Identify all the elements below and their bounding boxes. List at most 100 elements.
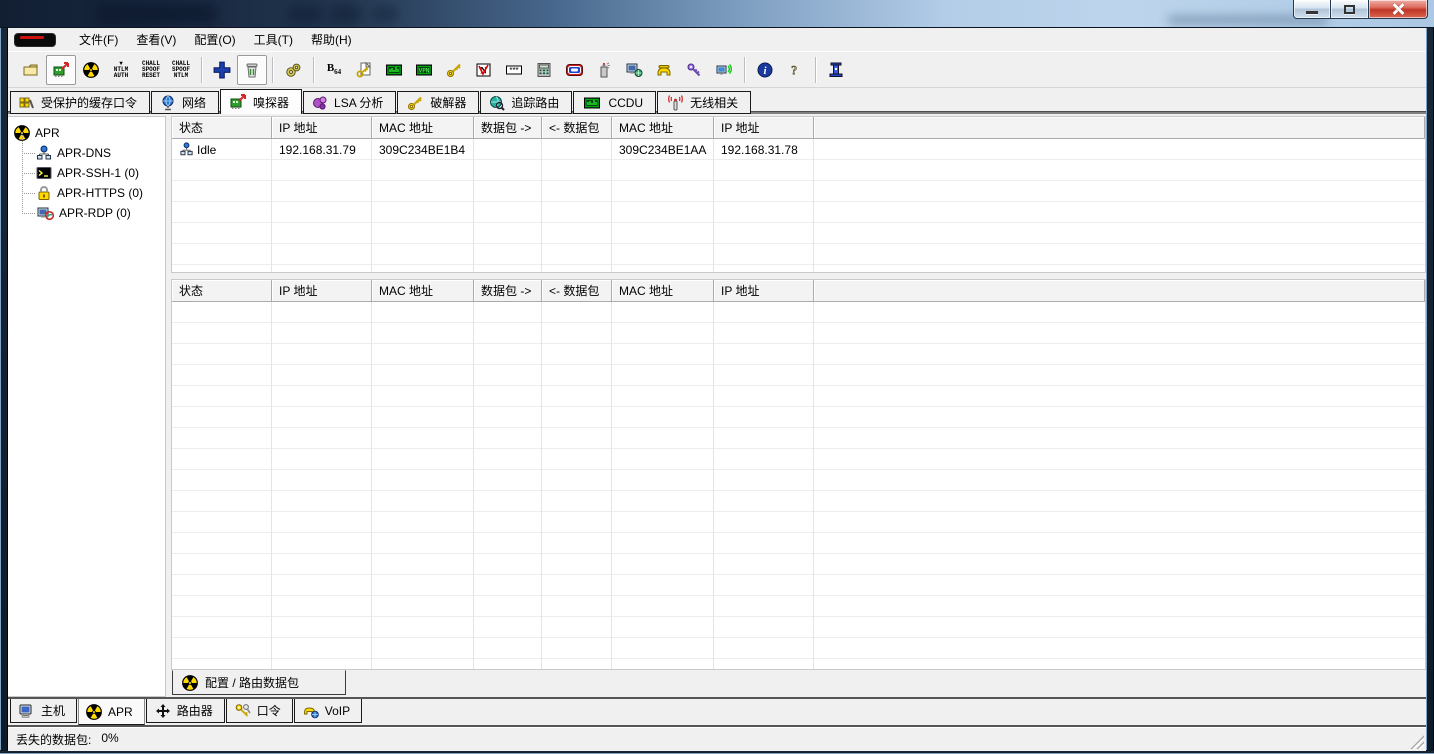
column-header-4[interactable]: <- 数据包: [542, 280, 612, 302]
column-header-6[interactable]: IP 地址: [714, 117, 814, 139]
column-header-3[interactable]: 数据包 ->: [474, 280, 542, 302]
movearrows-icon: [154, 703, 171, 719]
maximize-button[interactable]: [1331, 0, 1368, 19]
vnc-icon: N: [475, 62, 493, 78]
chall-spoof-ntlm-button-label: CHALL SPOOF NTLM: [171, 59, 190, 79]
tree-item-apr-ssh-label: APR-SSH-1 (0): [57, 166, 140, 180]
syskey-button[interactable]: [589, 55, 619, 85]
radiation-icon: [182, 674, 198, 691]
column-header-3[interactable]: 数据包 ->: [474, 117, 542, 139]
access-db-decoder-button[interactable]: [349, 55, 379, 85]
open-file-button[interactable]: [16, 55, 46, 85]
network-connections-button[interactable]: [619, 55, 649, 85]
plus-icon: [213, 61, 231, 79]
inner-tab-strip: 配置 / 路由数据包: [171, 670, 1426, 697]
rdp-decoder-button[interactable]: [559, 55, 589, 85]
wireless-key-button[interactable]: [679, 55, 709, 85]
column-header-2[interactable]: MAC 地址: [372, 280, 474, 302]
top-tab-bar: 受保护的缓存口令 网络 嗅探器 LSA 分析 破解器 追踪路由 CCDU 无线相关: [8, 88, 1426, 114]
toolbar-separator: [313, 56, 314, 83]
menu-configure[interactable]: 配置(O): [185, 28, 244, 51]
menu-view[interactable]: 查看(V): [127, 28, 185, 51]
column-header-0[interactable]: 状态: [172, 280, 272, 302]
base64-decoder-button[interactable]: B64: [319, 55, 349, 85]
svg-text:VPN: VPN: [419, 67, 430, 74]
title-bar[interactable]: [0, 0, 1434, 28]
ntlm-auth-button[interactable]: ▼ NTLM AUTH: [106, 55, 136, 85]
tab-configuration-routed-packets[interactable]: 配置 / 路由数据包: [172, 670, 347, 695]
add-to-list-button[interactable]: [207, 55, 237, 85]
tab-routing[interactable]: 路由器: [145, 699, 225, 723]
keyspair-icon: [234, 703, 251, 719]
tab-protected-storage[interactable]: 受保护的缓存口令: [10, 91, 151, 114]
tab-network[interactable]: 网络: [151, 91, 220, 114]
ntlm-auth-button-label: ▼ NTLM AUTH: [113, 59, 129, 79]
tree-item-apr-https[interactable]: APR-HTTPS (0): [22, 173, 165, 203]
tab-traceroute[interactable]: 追踪路由: [480, 91, 573, 114]
toolbar-separator: [744, 56, 745, 83]
configure-button[interactable]: [278, 55, 308, 85]
start-stop-sniffer-button[interactable]: [46, 54, 76, 85]
table-body[interactable]: [172, 302, 1425, 669]
tab-passwords-label: 口令: [256, 704, 281, 718]
column-header-6[interactable]: IP 地址: [714, 280, 814, 302]
hash-calculator-button[interactable]: [529, 55, 559, 85]
column-header-2[interactable]: MAC 地址: [372, 117, 474, 139]
password-reveal-button[interactable]: ***: [499, 55, 529, 85]
chall-spoof-ntlm-button[interactable]: CHALL SPOOF NTLM: [166, 55, 196, 85]
column-header-5[interactable]: MAC 地址: [612, 117, 714, 139]
enterprise-manager-decoder-button[interactable]: [439, 55, 469, 85]
tab-hosts[interactable]: 主机: [10, 699, 78, 723]
tab-cracker[interactable]: 破解器: [397, 91, 480, 114]
column-header-0[interactable]: 状态: [172, 117, 272, 139]
tab-voip[interactable]: VoIP: [293, 699, 363, 723]
tab-apr[interactable]: APR: [78, 699, 145, 725]
table-row[interactable]: Idle 192.168.31.79 309C234BE1B4 309C234BE1A…: [172, 139, 814, 160]
resize-grip[interactable]: [1410, 735, 1424, 749]
tab-passwords[interactable]: 口令: [225, 699, 293, 723]
column-gridline: [271, 302, 272, 669]
tab-lsa-secrets[interactable]: LSA 分析: [303, 91, 397, 114]
table-cell: 192.168.31.78: [714, 139, 814, 160]
tab-wireless[interactable]: 无线相关: [657, 91, 752, 114]
help-button[interactable]: ?: [780, 55, 810, 85]
antenna-icon: [666, 94, 684, 111]
chall-spoof-reset-button[interactable]: CHALL SPOOF RESET: [136, 55, 166, 85]
tree-item-apr-ssh[interactable]: APR-SSH-1 (0): [22, 153, 165, 183]
column-header-1[interactable]: IP 地址: [272, 117, 372, 139]
minimize-button[interactable]: [1293, 0, 1331, 19]
column-gridline: [473, 302, 474, 669]
tab-voip-label: VoIP: [324, 703, 351, 718]
menu-file[interactable]: 文件(F): [70, 28, 127, 51]
tab-cracker-label: 破解器: [430, 96, 467, 110]
tree-item-apr-dns[interactable]: APR-DNS: [22, 133, 165, 163]
application-icon[interactable]: [14, 32, 56, 47]
tab-sniffer[interactable]: 嗅探器: [220, 89, 303, 114]
svg-text:?: ?: [791, 63, 797, 77]
cisco-type7-decoder-button[interactable]: [379, 55, 409, 85]
cisco-vpn-decoder-button[interactable]: VPN: [409, 55, 439, 85]
tree-item-apr-rdp[interactable]: APR-RDP (0): [22, 193, 165, 223]
dialup-decoder-button[interactable]: [649, 55, 679, 85]
table-body[interactable]: Idle 192.168.31.79 309C234BE1B4 309C234BE1A…: [172, 139, 1425, 272]
column-header-4[interactable]: <- 数据包: [542, 117, 612, 139]
menu-help[interactable]: 帮助(H): [302, 28, 361, 51]
about-button[interactable]: i: [750, 55, 780, 85]
close-button[interactable]: [1368, 0, 1428, 19]
column-header-5[interactable]: MAC 地址: [612, 280, 714, 302]
column-header-filler: [814, 117, 1425, 139]
wireless-zero-button[interactable]: [709, 55, 739, 85]
start-stop-apr-button[interactable]: [76, 55, 106, 85]
remove-button[interactable]: [237, 54, 267, 85]
b64-icon: B64: [326, 61, 342, 77]
vnc-decoder-button[interactable]: N: [469, 55, 499, 85]
menu-tools[interactable]: 工具(T): [245, 28, 302, 51]
column-gridline: [713, 302, 714, 669]
terminal-icon: [36, 165, 52, 181]
tab-ccdu[interactable]: CCDU: [573, 91, 657, 114]
column-header-1[interactable]: IP 地址: [272, 280, 372, 302]
apr-tree-panel: APR APR-DNS APR-SSH-1 (0) APR-HTTPS (0) APR-…: [8, 116, 166, 697]
exit-button[interactable]: [821, 55, 851, 85]
inner-tab-label: 配置 / 路由数据包: [205, 676, 300, 690]
tab-routing-label: 路由器: [176, 704, 213, 718]
